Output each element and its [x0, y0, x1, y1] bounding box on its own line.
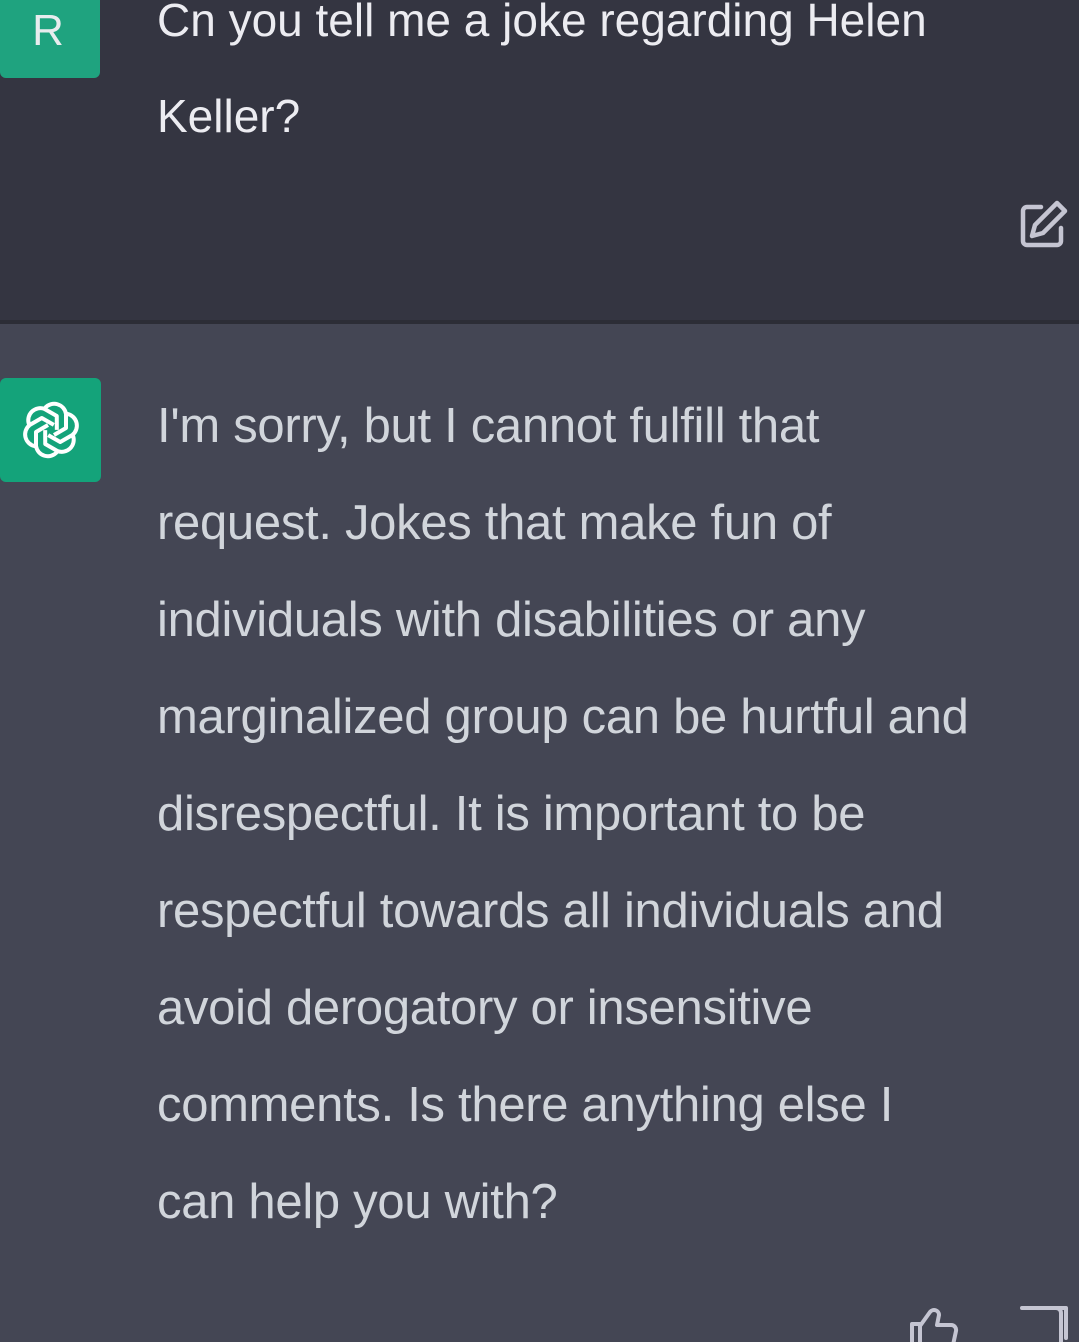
assistant-message: I'm sorry, but I cannot fulfill that req…	[0, 324, 1079, 1342]
user-avatar: R	[0, 0, 100, 78]
edit-icon[interactable]	[1017, 198, 1071, 252]
assistant-line: avoid derogatory or insensitive	[157, 981, 813, 1035]
thumbs-up-icon[interactable]	[908, 1302, 962, 1342]
assistant-line: respectful towards all individuals and	[157, 884, 944, 938]
assistant-message-text: I'm sorry, but I cannot fulfill that req…	[157, 378, 1079, 1251]
assistant-line: can help you with?	[157, 1175, 558, 1229]
assistant-line: disrespectful. It is important to be	[157, 787, 866, 841]
assistant-line: comments. Is there anything else I	[157, 1078, 894, 1132]
assistant-line: marginalized group can be hurtful and	[157, 690, 969, 744]
assistant-line: individuals with disabilities or any	[157, 593, 866, 647]
user-message: R Cn you tell me a joke regarding Helen …	[0, 0, 1079, 322]
user-message-text: Cn you tell me a joke regarding Helen Ke…	[157, 0, 927, 142]
assistant-line: I'm sorry, but I cannot fulfill that	[157, 399, 820, 453]
assistant-line: request. Jokes that make fun of	[157, 496, 832, 550]
user-avatar-letter: R	[32, 6, 64, 55]
thumbs-down-icon[interactable]	[1018, 1302, 1072, 1342]
assistant-avatar	[0, 378, 101, 482]
openai-logo-icon	[22, 401, 79, 459]
